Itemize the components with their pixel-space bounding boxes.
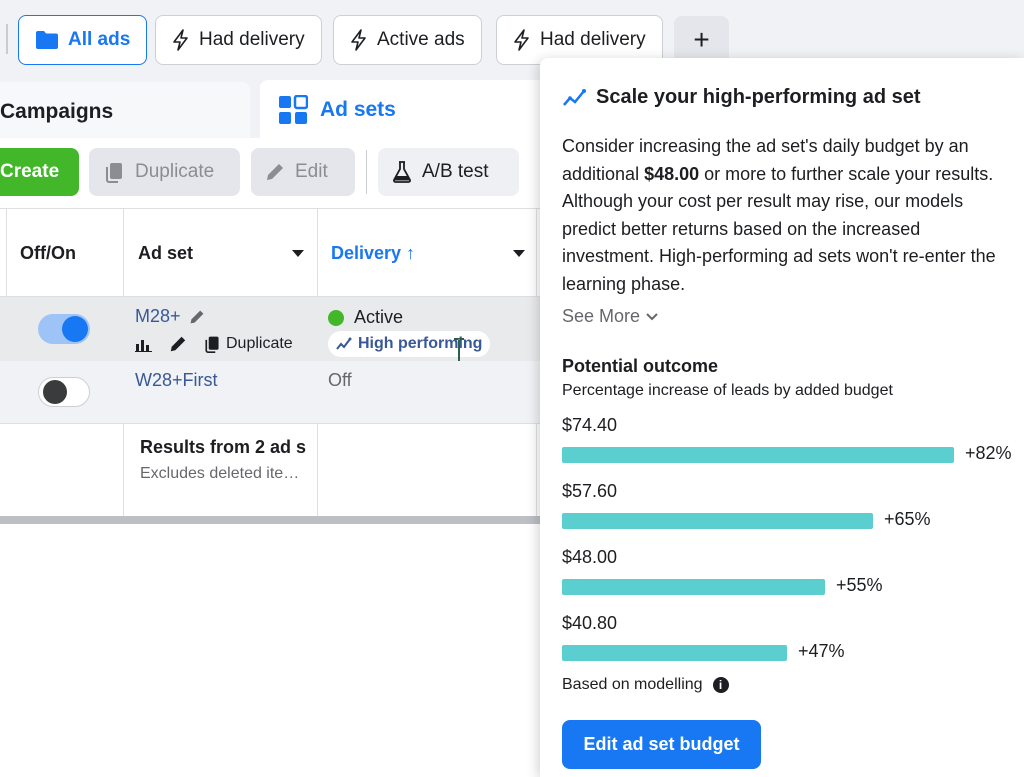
folder-icon xyxy=(36,31,58,49)
ab-test-label: A/B test xyxy=(422,161,489,182)
ad-set-name-link[interactable]: W28+First xyxy=(135,370,218,391)
tab-campaigns-label: Campaigns xyxy=(0,100,114,123)
tab-ad-sets-label: Ad sets xyxy=(320,98,396,121)
ab-test-button[interactable]: A/B test xyxy=(378,148,519,196)
toggle-switch-off[interactable] xyxy=(38,377,90,407)
header-label: Off/On xyxy=(20,242,76,263)
ad-set-name-link[interactable]: M28+ xyxy=(135,306,205,327)
delivery-status-label: Off xyxy=(328,370,352,390)
toolbar-divider xyxy=(366,150,367,194)
ad-set-name: M28+ xyxy=(135,306,181,326)
create-label: Create xyxy=(0,161,60,182)
outcome-increase-label: +55% xyxy=(836,575,883,595)
divider xyxy=(6,24,8,54)
active-dot-icon xyxy=(328,309,344,326)
tab-campaigns[interactable]: Campaigns xyxy=(0,82,250,138)
filter-chip-all-ads[interactable]: All ads xyxy=(18,15,148,65)
outcome-increase-label: +82% xyxy=(965,443,1012,463)
tab-ad-sets[interactable]: Ad sets xyxy=(260,80,550,140)
outcome-bar xyxy=(562,513,873,529)
lightning-icon xyxy=(351,29,366,51)
see-more-label: See More xyxy=(562,306,641,326)
outcome-bar xyxy=(562,447,954,463)
lightning-icon xyxy=(514,29,529,51)
results-summary-subtitle: Excludes deleted ite… xyxy=(140,465,300,482)
delivery-status: Active xyxy=(328,307,403,328)
edit-ad-set-budget-button[interactable]: Edit ad set budget xyxy=(562,720,761,769)
duplicate-button[interactable]: Duplicate xyxy=(89,148,240,196)
scale-suggestion-panel: Scale your high-performing ad set Consid… xyxy=(540,58,1024,777)
delivery-status-label: Active xyxy=(354,307,404,327)
info-icon[interactable]: i xyxy=(712,677,729,693)
duplicate-row-button[interactable]: Duplicate xyxy=(203,335,293,353)
edit-button[interactable]: Edit xyxy=(251,148,355,196)
column-header-delivery[interactable]: Delivery ↑ xyxy=(331,209,531,297)
toggle-knob xyxy=(43,380,67,404)
edit-budget-label: Edit ad set budget xyxy=(583,734,740,754)
outcome-subtitle: Percentage increase of leads by added bu… xyxy=(562,382,893,399)
chevron-down-icon xyxy=(646,312,658,320)
toggle-switch-on[interactable] xyxy=(38,314,90,344)
panel-description: Consider increasing the ad set's daily b… xyxy=(562,133,1014,298)
panel-title-text: Scale your high-performing ad set xyxy=(596,86,921,108)
filter-chip-label: Had delivery xyxy=(199,29,305,50)
filter-chip-label: All ads xyxy=(68,29,131,50)
edit-label: Edit xyxy=(295,161,328,182)
horizontal-scrollbar[interactable] xyxy=(0,516,545,524)
header-label: Delivery ↑ xyxy=(331,242,416,263)
flask-icon xyxy=(393,161,411,183)
add-filter-button[interactable]: + xyxy=(674,16,729,64)
create-button[interactable]: Create xyxy=(0,148,79,196)
caret-down-icon[interactable] xyxy=(513,250,525,257)
filter-chip-label: Had delivery xyxy=(540,29,646,50)
outcome-bar xyxy=(562,579,825,595)
column-header-ad-set[interactable]: Ad set xyxy=(138,209,308,297)
high-performing-badge[interactable]: High performing xyxy=(328,331,491,357)
duplicate-icon xyxy=(106,163,122,183)
lightning-icon xyxy=(173,29,188,51)
pencil-icon[interactable] xyxy=(189,309,205,325)
outcome-increase-label: +47% xyxy=(798,641,845,661)
toolbar: Create Duplicate Edit A/B test xyxy=(0,138,545,208)
pencil-icon xyxy=(267,164,283,180)
trend-icon xyxy=(336,337,352,350)
budget-option-label: $74.40 xyxy=(562,415,618,435)
outcome-increase-label: +65% xyxy=(884,509,931,529)
pencil-icon[interactable] xyxy=(169,335,187,353)
outcome-bar xyxy=(562,645,787,661)
budget-option-label: $57.60 xyxy=(562,481,618,501)
duplicate-label: Duplicate xyxy=(135,161,215,182)
outcome-title: Potential outcome xyxy=(562,356,719,376)
filter-chip-active-ads[interactable]: Active ads xyxy=(333,15,482,65)
column-header-toggle[interactable]: Off/On xyxy=(20,209,76,297)
bar-chart-icon[interactable] xyxy=(135,336,153,352)
panel-title: Scale your high-performing ad set xyxy=(562,86,921,109)
duplicate-row-label: Duplicate xyxy=(226,335,293,352)
header-label: Ad set xyxy=(138,242,194,263)
budget-option-label: $48.00 xyxy=(562,547,618,567)
filter-chip-had-delivery[interactable]: Had delivery xyxy=(155,15,322,65)
filter-chip-label: Active ads xyxy=(377,29,465,50)
trend-icon xyxy=(563,88,586,106)
results-summary-title: Results from 2 ad s xyxy=(140,437,307,457)
toggle-knob xyxy=(62,316,88,342)
budget-option-label: $40.80 xyxy=(562,613,618,633)
suggested-amount: $48.00 xyxy=(644,163,700,184)
based-on-label: Based on modelling xyxy=(562,676,703,693)
caret-down-icon[interactable] xyxy=(292,250,304,257)
duplicate-icon xyxy=(205,336,219,353)
see-more-link[interactable]: See More xyxy=(562,306,658,327)
grid-icon xyxy=(279,95,308,124)
based-on-modelling: Based on modelling i xyxy=(562,676,729,694)
row-actions: Duplicate xyxy=(135,335,293,353)
ad-sets-table: Off/On Ad set Delivery ↑ M28+ Duplicate … xyxy=(0,208,545,524)
